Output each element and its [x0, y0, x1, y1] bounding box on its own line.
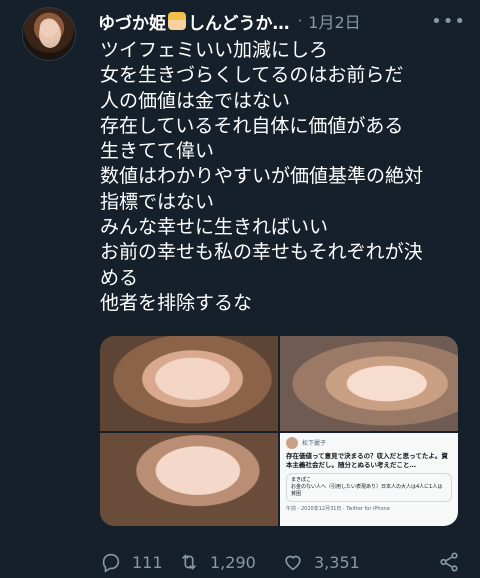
reply-icon [102, 553, 120, 573]
tweet-line: 数値はわかりやすいが価値基準の絶対 [100, 165, 424, 188]
tweet-line: 他者を排除するな [100, 291, 253, 314]
tweet-line: みんな幸せに生きればいい [100, 216, 329, 239]
avatar[interactable] [22, 7, 76, 61]
photo-2[interactable] [280, 336, 458, 431]
heart-icon [285, 555, 301, 571]
embedded-name: 松下麗子 [302, 439, 327, 447]
retweet-icon [181, 554, 197, 570]
action-bar: 111 1,290 3,351 [100, 548, 470, 576]
display-name-text: ゆづか姫 [98, 13, 166, 34]
quoted-text: お金のない人へ（引用したい表現あり）日本人の大人は4人に1人は貧困 [291, 484, 443, 497]
photo-4-screenshot[interactable]: 松下麗子 存在価値って意見で決まるの？収入だと思ってたよ。資本主義社会だし。随分… [280, 433, 458, 526]
display-name-suffix: しんどうか… [188, 13, 290, 34]
photo-1[interactable] [100, 336, 278, 431]
display-name[interactable]: ゆづか姫 しんどうか… [98, 9, 290, 34]
like-count: 3,351 [314, 552, 360, 572]
embedded-meta: 午前 - 2020年12月31日 · Twitter for iPhone [286, 506, 390, 512]
tweet-line: 存在しているそれ自体に価値がある [100, 114, 404, 137]
like-button[interactable]: 3,351 [282, 551, 386, 573]
tweet-text: ツイフェミいい加減にしろ 女を生きづらくしてるのはお前らだ 人の価値は金ではない… [100, 38, 470, 316]
timestamp[interactable]: 1月2日 [308, 9, 360, 33]
share-button[interactable] [438, 551, 470, 573]
photo-3[interactable] [100, 433, 278, 526]
tweet-header: ゆづか姫 しんどうか… · 1月2日 ••• [98, 6, 470, 36]
tweet-line: 人の価値は金ではない [100, 89, 291, 112]
embedded-quote: まきぽこ お金のない人へ（引用したい表現あり）日本人の大人は4人に1人は貧困 [286, 473, 452, 502]
separator: · [297, 12, 303, 30]
embedded-header: 松下麗子 [286, 437, 452, 449]
tweet-line: 生きてて偉い [100, 140, 215, 163]
tweet-line: 指標ではない [100, 190, 215, 213]
more-icon[interactable]: ••• [431, 11, 470, 32]
fairy-emoji-icon [168, 12, 186, 30]
reply-count: 111 [132, 552, 163, 572]
retweet-button[interactable]: 1,290 [178, 551, 282, 573]
tweet: ゆづか姫 しんどうか… · 1月2日 ••• ツイフェミいい加減にしろ 女を生き… [0, 0, 480, 578]
embedded-text: 存在価値って意見で決まるの？収入だと思ってたよ。資本主義社会だし。随分とぬるい考… [286, 452, 448, 469]
embedded-avatar [286, 437, 298, 449]
retweet-count: 1,290 [210, 552, 256, 572]
media-grid: 松下麗子 存在価値って意見で決まるの？収入だと思ってたよ。資本主義社会だし。随分… [100, 336, 458, 526]
tweet-line: お前の幸せも私の幸せもそれぞれが決 [100, 241, 423, 264]
quoted-name: まきぽこ [291, 477, 312, 483]
reply-button[interactable]: 111 [100, 551, 178, 573]
tweet-line: ツイフェミいい加減にしろ [100, 39, 329, 61]
tweet-line: 女を生きづらくしてるのはお前らだ [100, 64, 404, 87]
share-icon [440, 552, 458, 572]
tweet-line: める [100, 266, 139, 289]
